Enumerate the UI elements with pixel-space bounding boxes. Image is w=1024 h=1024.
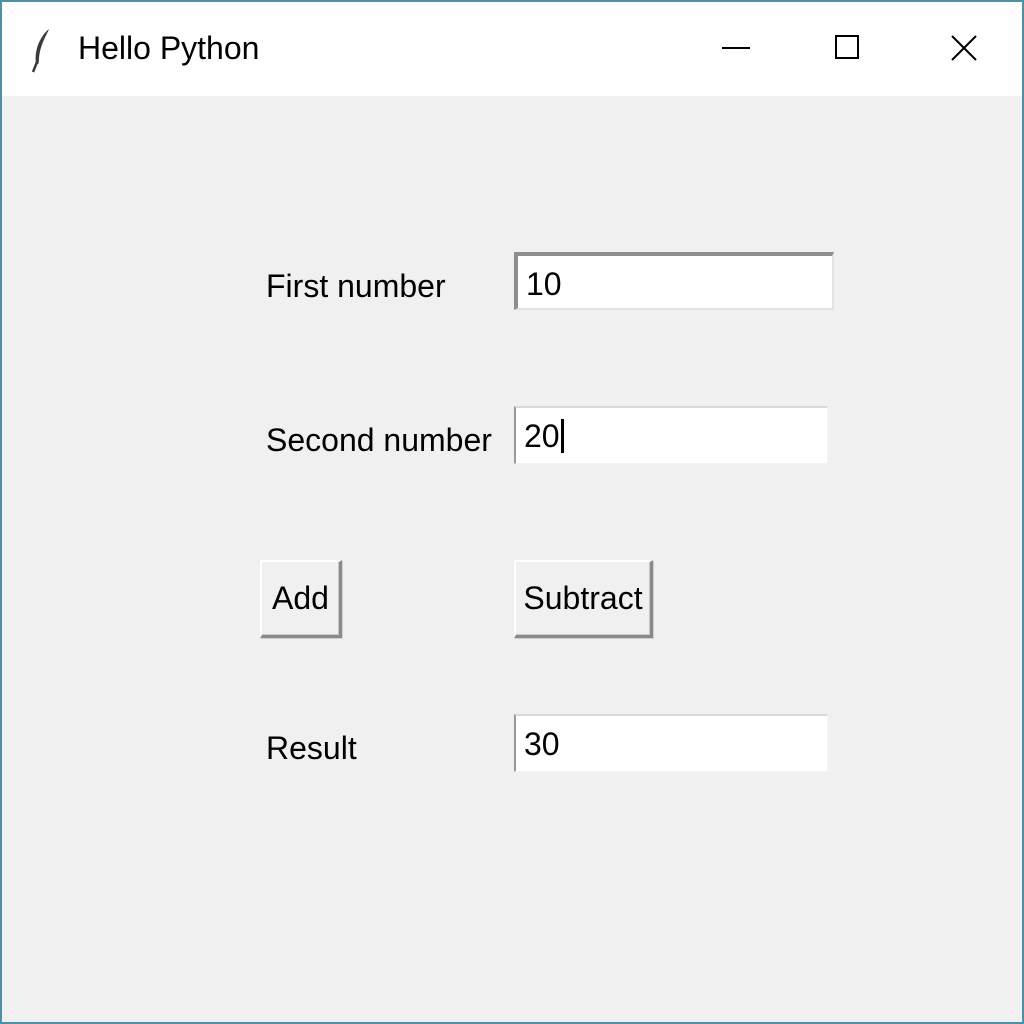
text-caret	[560, 419, 564, 453]
second-number-value: 20	[524, 418, 560, 454]
close-icon	[950, 34, 978, 67]
result-label: Result	[266, 730, 357, 766]
second-number-input[interactable]: 20	[514, 406, 828, 464]
add-button[interactable]: Add	[260, 560, 342, 638]
app-window: Hello Python First number 10 Second numb…	[0, 0, 1024, 1024]
first-number-label: First number	[266, 268, 446, 304]
feather-icon	[30, 26, 54, 74]
minimize-button[interactable]	[708, 22, 764, 78]
window-title: Hello Python	[78, 30, 260, 66]
first-number-input[interactable]: 10	[514, 252, 834, 310]
minimize-icon	[722, 34, 750, 67]
title-bar[interactable]: Hello Python	[2, 2, 1022, 96]
second-number-label: Second number	[266, 422, 492, 458]
result-field[interactable]: 30	[514, 714, 828, 772]
maximize-button[interactable]	[820, 22, 876, 78]
subtract-button[interactable]: Subtract	[514, 560, 653, 638]
maximize-icon	[834, 34, 862, 67]
result-value: 30	[524, 726, 560, 762]
first-number-value: 10	[526, 266, 562, 302]
close-button[interactable]	[936, 22, 992, 78]
